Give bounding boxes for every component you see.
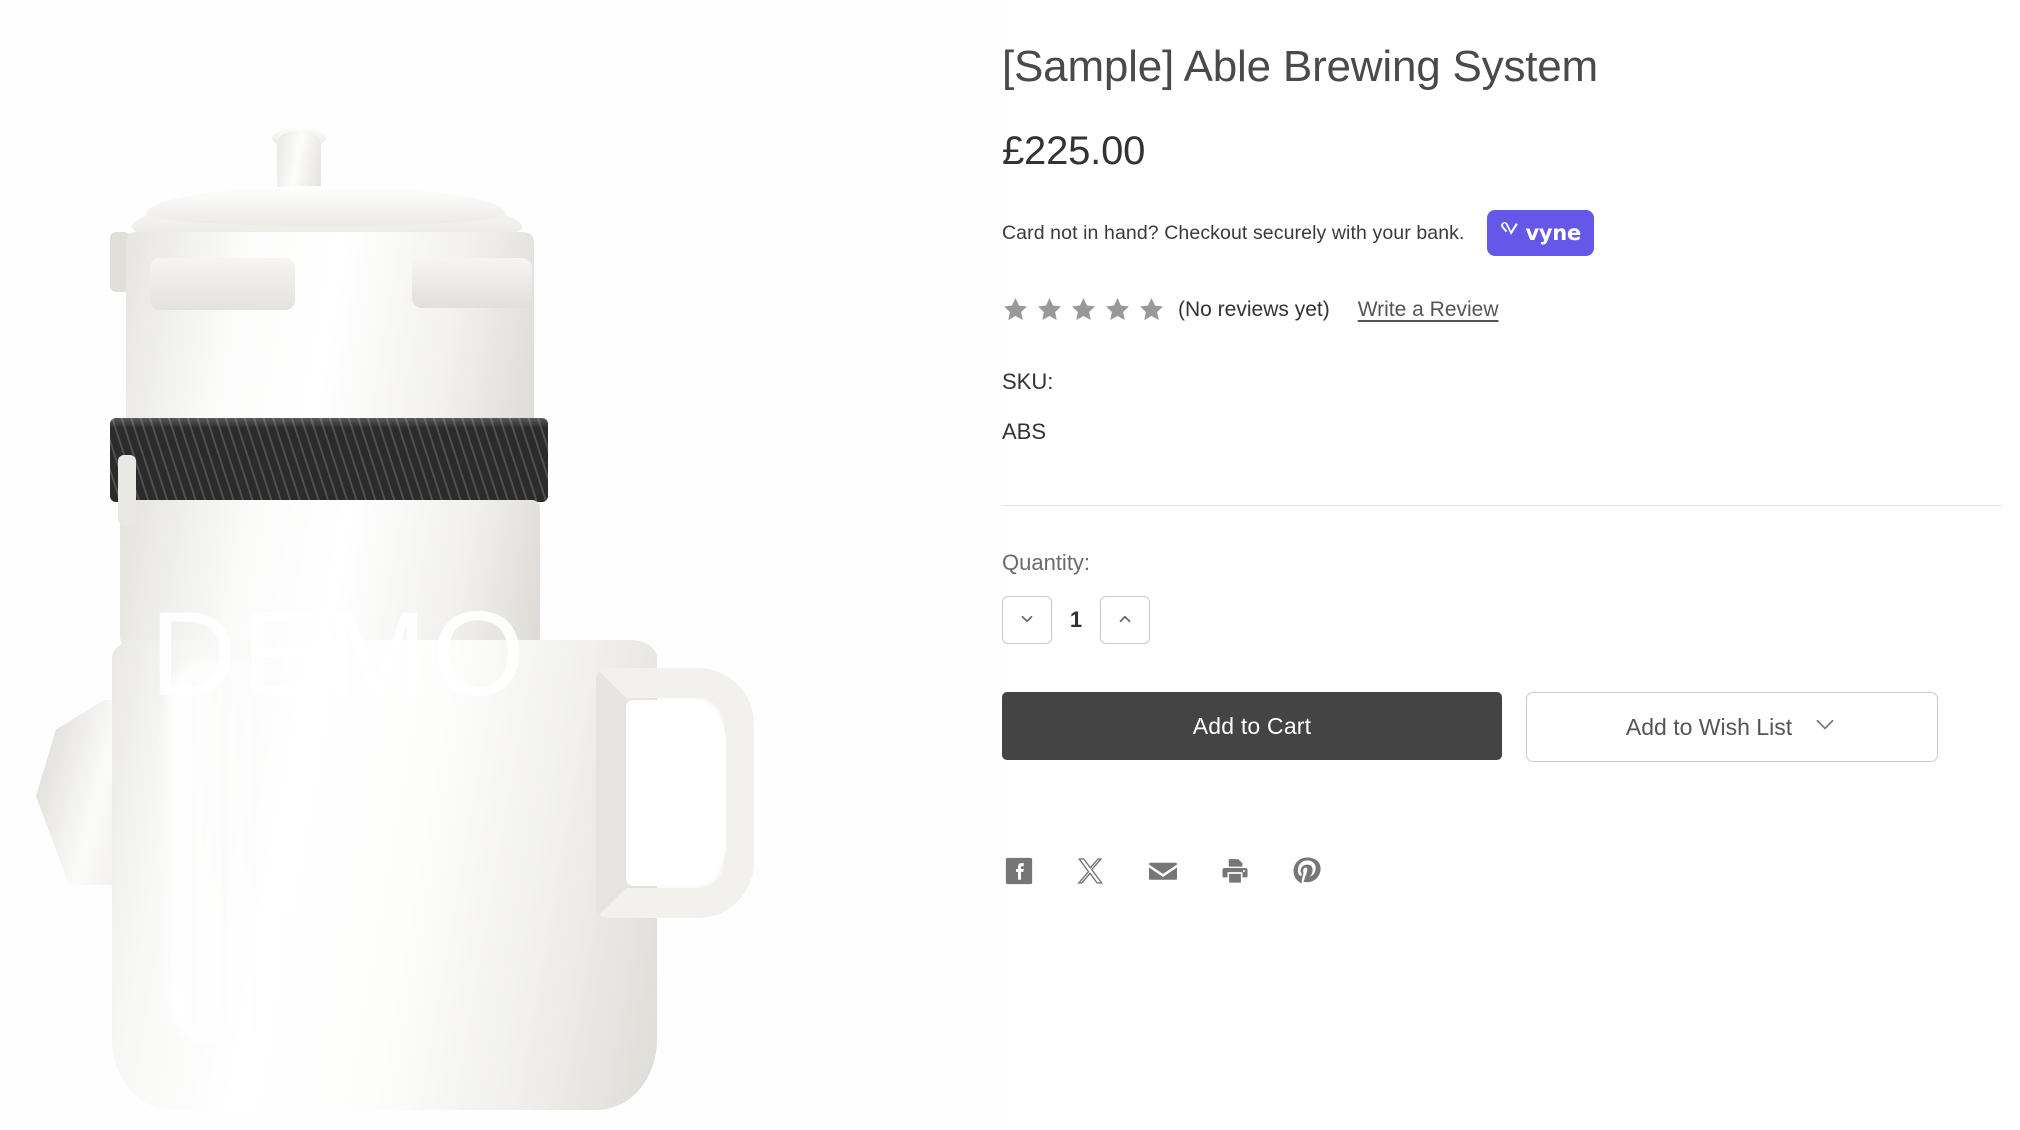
quantity-stepper [1002,596,2002,645]
quantity-input[interactable] [1052,606,1100,635]
share-row [1002,854,2002,888]
chevron-up-icon [1116,610,1134,631]
quantity-decrement-button[interactable] [1002,596,1052,645]
print-icon[interactable] [1218,854,1252,888]
add-to-wish-list-button[interactable]: Add to Wish List [1526,692,1938,763]
rating-stars [1002,296,1165,323]
quantity-label: Quantity: [1002,550,1091,576]
star-icon [1072,298,1095,321]
product-image[interactable]: DEMO [0,0,1002,1130]
add-to-cart-button[interactable]: Add to Cart [1002,692,1502,761]
star-icon [1038,298,1061,321]
add-to-wish-list-label: Add to Wish List [1625,713,1793,740]
section-divider [1002,505,2002,507]
brewer-grip-left [150,258,295,310]
page-title: [Sample] Able Brewing System [1002,42,1599,91]
bank-checkout-row: Card not in hand? Checkout securely with… [1002,210,2002,257]
pinterest-icon[interactable] [1290,854,1324,888]
star-icon [1140,298,1163,321]
brewer-side-tab-lower [118,455,136,525]
review-summary-row: (No reviews yet) Write a Review [1002,296,2002,323]
write-review-link[interactable]: Write a Review [1358,298,1499,322]
bank-checkout-text: Card not in hand? Checkout securely with… [1002,221,1465,244]
vyne-heart-check-icon [1498,219,1521,247]
brewer-lid-rim [146,186,506,226]
star-icon [1106,298,1129,321]
sku-value: ABS [1002,419,1047,445]
product-info-column: [Sample] Able Brewing System £225.00 Car… [1002,0,2020,1130]
chevron-down-icon [1018,610,1036,631]
facebook-icon[interactable] [1002,854,1036,888]
vyne-badge[interactable]: vyne [1486,210,1594,257]
teapot-handle-inner [626,700,726,886]
product-detail-page: DEMO [Sample] Able Brewing System £225.0… [0,0,2020,1130]
vyne-wordmark: vyne [1525,221,1582,246]
purchase-actions: Add to Cart Add to Wish List [1002,692,2002,763]
sku-label: SKU: [1002,369,1054,395]
chevron-down-icon [1812,711,1838,743]
brewer-silicone-band [110,418,548,502]
brewer-grip-right [412,258,532,308]
star-icon [1004,298,1027,321]
email-icon[interactable] [1146,854,1180,888]
demo-watermark: DEMO [150,587,530,721]
review-count-text: (No reviews yet) [1178,297,1330,321]
product-image-column: DEMO [0,0,1002,1130]
quantity-increment-button[interactable] [1100,596,1150,645]
x-twitter-icon[interactable] [1074,854,1108,888]
product-price: £225.00 [1002,129,1146,174]
